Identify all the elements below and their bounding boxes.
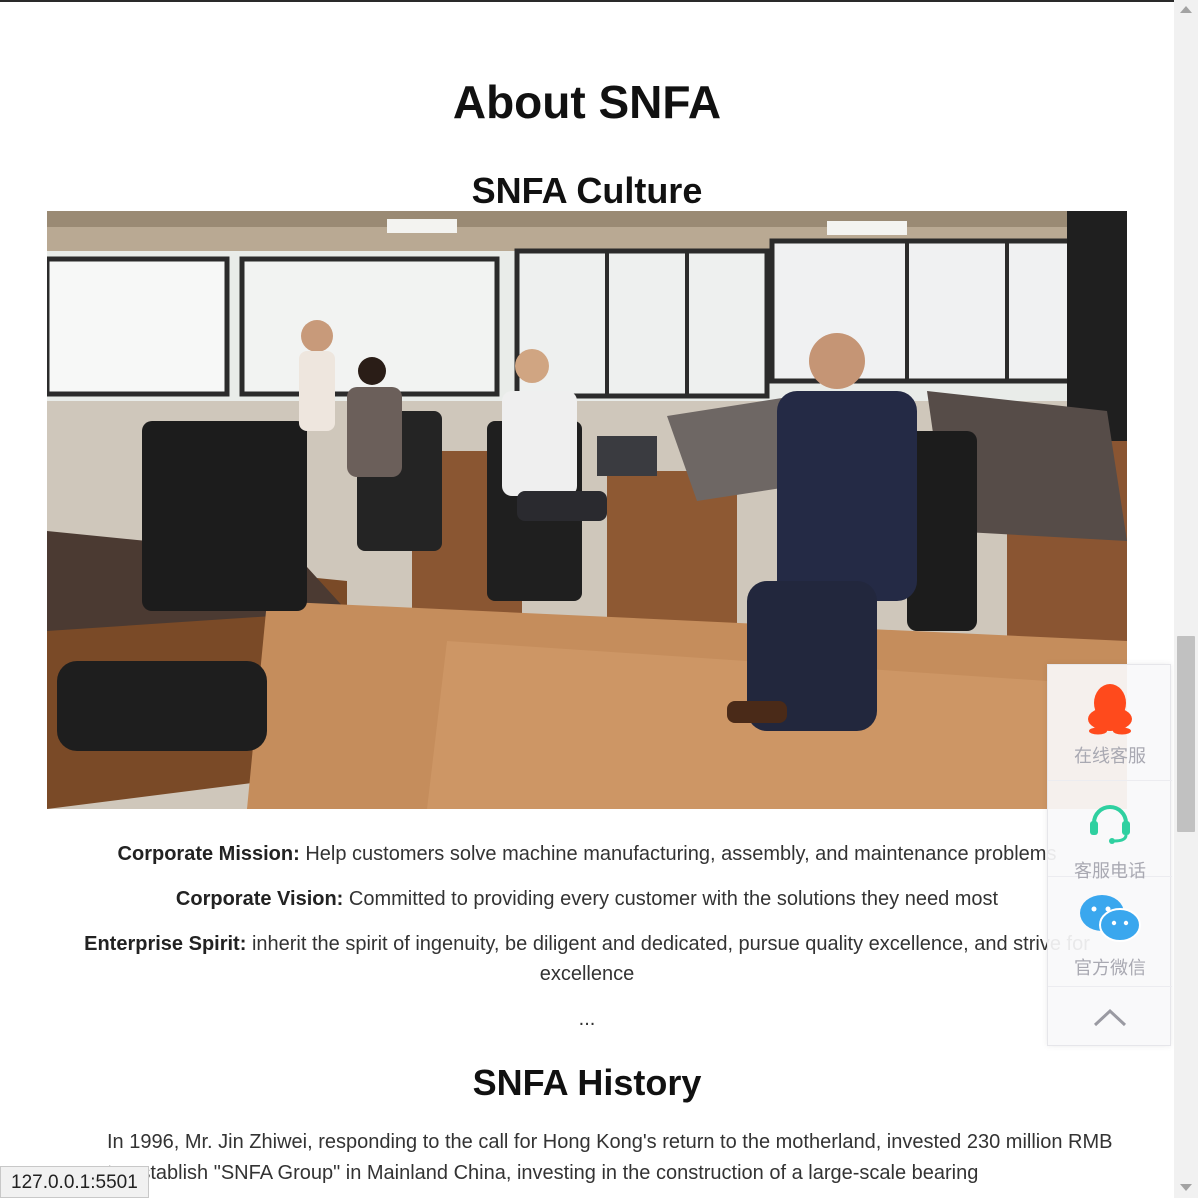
culture-section-title: SNFA Culture bbox=[471, 170, 703, 211]
corporate-vision-text: Committed to providing every customer wi… bbox=[343, 888, 999, 910]
scroll-down-arrow-icon[interactable] bbox=[1180, 1184, 1192, 1191]
corporate-mission-text: Help customers solve machine manufacturi… bbox=[299, 843, 1057, 865]
wechat-icon bbox=[1080, 895, 1141, 942]
page-title: About SNFA bbox=[452, 76, 722, 128]
floating-service-bar: 在线客服 客服电话 官方微信 bbox=[1047, 664, 1172, 1047]
office-meeting-photo bbox=[47, 211, 1127, 809]
culture-ellipsis: ... bbox=[578, 1008, 596, 1030]
service-phone-button[interactable]: 客服电话 bbox=[1048, 781, 1172, 881]
enterprise-spirit-label: Enterprise Spirit: bbox=[84, 933, 247, 955]
history-section-title: SNFA History bbox=[472, 1062, 702, 1103]
vertical-scrollbar[interactable] bbox=[1174, 0, 1198, 1198]
top-border bbox=[0, 0, 1174, 2]
online-service-button[interactable]: 在线客服 bbox=[1048, 665, 1172, 781]
corporate-mission: Corporate Mission: Help customers solve … bbox=[40, 839, 1134, 869]
enterprise-spirit: Enterprise Spirit: inherit the spirit of… bbox=[40, 929, 1134, 989]
corporate-vision: Corporate Vision: Committed to providing… bbox=[40, 884, 1134, 914]
enterprise-spirit-text: inherit the spirit of ingenuity, be dili… bbox=[246, 933, 1090, 985]
scroll-up-arrow-icon[interactable] bbox=[1180, 6, 1192, 13]
headset-icon bbox=[1090, 805, 1130, 844]
history-paragraph: In 1996, Mr. Jin Zhiwei, responding to t… bbox=[107, 1131, 1113, 1184]
official-wechat-label: 官方微信 bbox=[1074, 958, 1146, 978]
scrollbar-thumb[interactable] bbox=[1177, 636, 1195, 832]
corporate-mission-label: Corporate Mission: bbox=[117, 843, 300, 865]
chevron-up-icon bbox=[1093, 1008, 1127, 1027]
browser-status-url: 127.0.0.1:5501 bbox=[0, 1166, 149, 1198]
qq-penguin-icon bbox=[1088, 684, 1132, 735]
corporate-vision-label: Corporate Vision: bbox=[175, 888, 344, 910]
back-to-top-button[interactable] bbox=[1048, 987, 1172, 1047]
page-content: About SNFA SNFA Culture Corporate Missio… bbox=[0, 0, 1174, 1198]
online-service-label: 在线客服 bbox=[1074, 746, 1146, 766]
official-wechat-button[interactable]: 官方微信 bbox=[1048, 877, 1172, 987]
